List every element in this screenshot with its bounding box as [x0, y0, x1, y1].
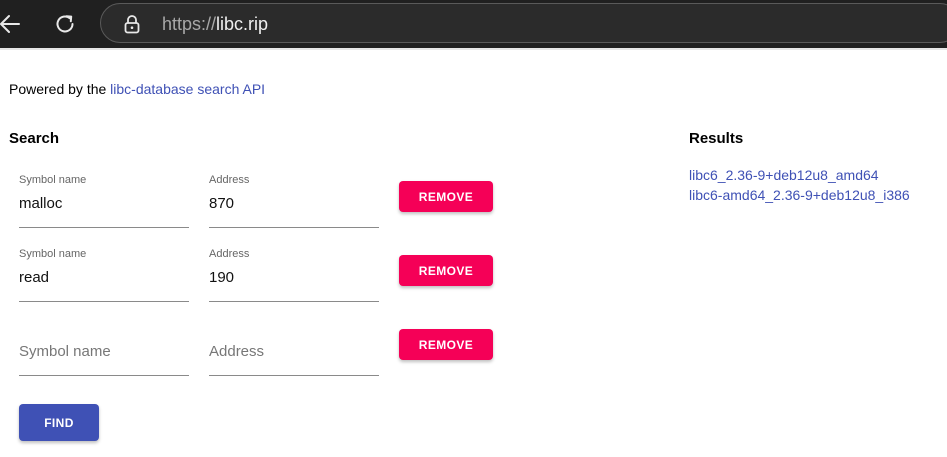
symbol-name-placeholder[interactable]: Symbol name: [19, 342, 111, 362]
back-button[interactable]: [0, 8, 26, 40]
address-field[interactable]: Address 190: [209, 248, 379, 302]
symbol-name-field[interactable]: Symbol name: [19, 322, 189, 376]
address-value[interactable]: 870: [209, 194, 234, 214]
symbol-name-label: Symbol name: [19, 174, 87, 186]
symbol-name-value[interactable]: read: [19, 268, 49, 288]
arrow-left-icon: [0, 15, 20, 33]
address-value[interactable]: 190: [209, 268, 234, 288]
result-link[interactable]: libc6-amd64_2.36-9+deb12u8_i386: [689, 186, 910, 204]
symbol-name-value[interactable]: malloc: [19, 194, 62, 214]
reload-button[interactable]: [49, 8, 81, 40]
results-heading: Results: [689, 130, 744, 147]
api-link[interactable]: libc-database search API: [110, 81, 265, 97]
lock-icon[interactable]: [123, 14, 141, 34]
powered-by-text: Powered by the libc-database search API: [9, 80, 265, 98]
powered-prefix: Powered by the: [9, 81, 111, 97]
address-placeholder[interactable]: Address: [209, 342, 264, 362]
remove-button[interactable]: REMOVE: [399, 255, 493, 286]
page-edge: [0, 48, 947, 50]
url-scheme: https://: [162, 14, 217, 34]
symbol-name-field[interactable]: Symbol name read: [19, 248, 189, 302]
url-text[interactable]: https://libc.rip: [162, 13, 268, 35]
address-label: Address: [209, 248, 250, 260]
symbol-name-label: Symbol name: [19, 248, 87, 260]
remove-button[interactable]: REMOVE: [399, 329, 493, 360]
browser-toolbar: https://libc.rip: [0, 0, 947, 48]
address-field[interactable]: Address: [209, 322, 379, 376]
address-field[interactable]: Address 870: [209, 174, 379, 228]
reload-icon: [56, 15, 74, 33]
address-label: Address: [209, 174, 250, 186]
symbol-name-field[interactable]: Symbol name malloc: [19, 174, 189, 228]
url-host: libc.rip: [216, 14, 269, 34]
search-heading: Search: [9, 130, 60, 147]
find-button[interactable]: FIND: [19, 404, 99, 441]
remove-button[interactable]: REMOVE: [399, 181, 493, 212]
result-link[interactable]: libc6_2.36-9+deb12u8_amd64: [689, 166, 879, 184]
address-bar[interactable]: https://libc.rip: [100, 3, 947, 43]
